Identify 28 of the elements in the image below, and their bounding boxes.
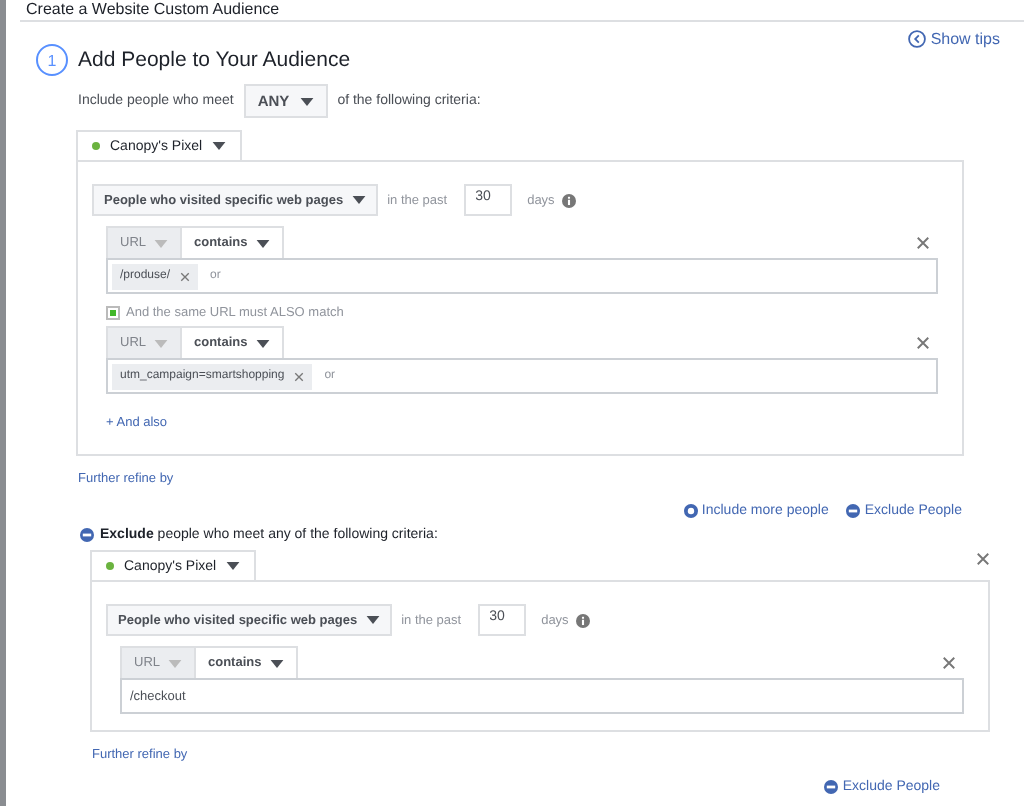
close-icon[interactable] [916, 335, 930, 349]
info-icon[interactable] [562, 193, 577, 207]
show-tips-link[interactable]: Show tips [908, 30, 1000, 48]
caret-icon [154, 339, 169, 347]
section-heading: Add People to Your Audience [78, 48, 351, 72]
close-icon[interactable] [294, 371, 305, 381]
caret-icon [351, 196, 366, 204]
close-icon[interactable] [180, 271, 191, 281]
minus-circle-icon [846, 504, 861, 518]
caret-icon [226, 562, 241, 570]
caret-icon [269, 659, 284, 667]
close-icon[interactable] [916, 235, 930, 249]
caret-icon [299, 97, 314, 105]
close-icon[interactable] [976, 552, 990, 566]
caret-icon [212, 142, 227, 150]
caret-icon [365, 616, 380, 624]
caret-icon [168, 659, 183, 667]
info-icon[interactable] [576, 613, 591, 627]
minus-circle-icon [80, 528, 94, 542]
minus-circle-icon [824, 780, 839, 794]
caret-icon [255, 339, 270, 347]
dialog-title: Create a Website Custom Audience [24, 0, 282, 18]
chevron-icon [908, 30, 927, 48]
caret-icon [154, 239, 169, 247]
step-number: 1 [36, 44, 68, 76]
checkbox[interactable] [106, 306, 120, 320]
caret-icon [255, 239, 270, 247]
close-icon[interactable] [942, 655, 956, 669]
